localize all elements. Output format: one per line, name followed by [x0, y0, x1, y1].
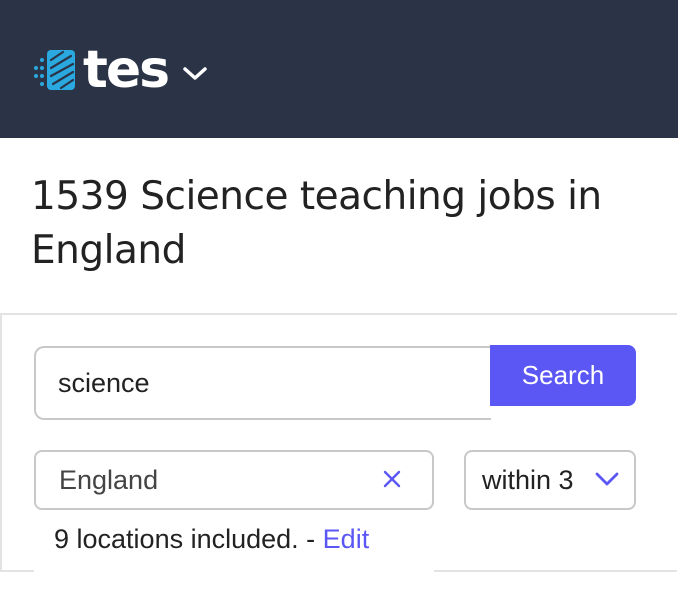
location-field [34, 450, 434, 510]
edit-locations-link[interactable]: Edit [323, 524, 370, 554]
search-input[interactable] [34, 346, 491, 420]
job-count: 1539 [31, 174, 129, 219]
locations-count-text: 9 locations included. [54, 524, 299, 554]
chevron-down-icon [595, 472, 619, 486]
close-icon[interactable] [380, 466, 404, 492]
logo-text: tes [83, 40, 170, 100]
page-title: 1539 Science teaching jobs in England [31, 170, 661, 278]
radius-value: within 3 [482, 465, 574, 495]
search-panel: Search within 3 9 locations included. - … [0, 313, 677, 574]
site-header: tes [0, 0, 678, 138]
note-separator: - [298, 524, 323, 554]
chevron-down-icon [183, 67, 207, 80]
locations-included-note: 9 locations included. - Edit [34, 510, 434, 574]
radius-select[interactable]: within 3 [464, 450, 636, 510]
search-button[interactable]: Search [490, 345, 636, 406]
tes-dotted-mark-icon [34, 50, 75, 90]
location-input[interactable] [36, 452, 366, 508]
tes-logo-menu[interactable]: tes [33, 42, 208, 98]
